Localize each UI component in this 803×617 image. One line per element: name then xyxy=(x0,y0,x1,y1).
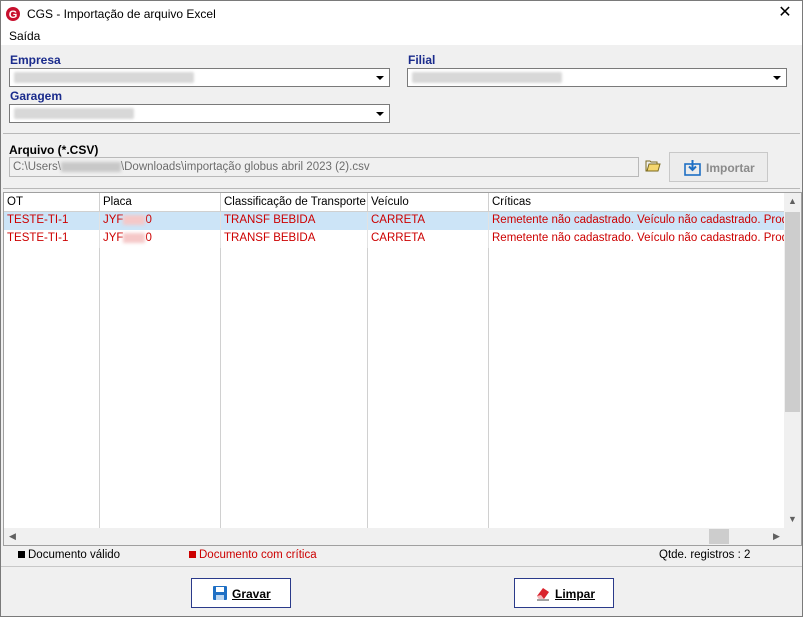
placa-start: JYF xyxy=(103,214,124,226)
gravar-button-label: Gravar xyxy=(232,587,271,601)
horizontal-scroll-thumb[interactable] xyxy=(709,529,729,544)
title-bar: G CGS - Importação de arquivo Excel ✕ xyxy=(1,1,802,27)
redacted-plate xyxy=(123,232,146,243)
cell-ot: TESTE-TI-1 xyxy=(4,230,100,248)
table-row[interactable]: TESTE-TI-1 JYF 0 TRANSF BEBIDA CARRETA Re… xyxy=(4,212,785,230)
cell-ot: TESTE-TI-1 xyxy=(4,212,100,230)
filial-label: Filial xyxy=(408,53,436,67)
file-path-suffix: \Downloads\importação globus abril 2023 … xyxy=(120,161,370,173)
eraser-icon xyxy=(537,588,549,601)
vertical-scroll-thumb[interactable] xyxy=(785,212,800,412)
cell-criticas: Remetente não cadastrado. Veículo não ca… xyxy=(492,214,785,226)
status-bar: Documento válido Documento com crítica Q… xyxy=(1,548,802,564)
column-header-ot[interactable]: OT xyxy=(4,193,100,212)
column-header-classificacao[interactable]: Classificação de Transporte xyxy=(221,193,368,212)
cell-veiculo: CARRETA xyxy=(368,212,489,230)
legend-critica: Documento com crítica xyxy=(189,549,317,561)
placa-end: 0 xyxy=(145,214,152,226)
red-square-icon xyxy=(189,551,196,559)
cell-criticas: Remetente não cadastrado. Veículo não ca… xyxy=(492,232,785,244)
chevron-down-icon[interactable] xyxy=(372,70,388,85)
filial-select[interactable] xyxy=(407,68,787,87)
black-square-icon xyxy=(18,551,25,559)
empresa-select[interactable] xyxy=(9,68,390,87)
chevron-down-icon[interactable] xyxy=(769,70,785,85)
import-grid[interactable]: OT Placa Classificação de Transporte Veí… xyxy=(3,192,802,546)
scroll-down-arrow-icon[interactable]: ▼ xyxy=(784,511,801,528)
redacted-username xyxy=(60,161,121,172)
garagem-label: Garagem xyxy=(10,89,63,103)
import-button-label: Importar xyxy=(706,161,755,175)
cell-placa: JYF 0 xyxy=(100,230,221,248)
filial-value-redacted xyxy=(412,72,562,83)
import-window: G CGS - Importação de arquivo Excel ✕ Sa… xyxy=(0,0,803,617)
column-divider xyxy=(488,212,489,529)
download-icon xyxy=(684,160,701,176)
cgs-logo-icon: G xyxy=(6,7,20,21)
legend-critica-label: Documento com crítica xyxy=(199,549,317,561)
folder-open-icon[interactable] xyxy=(645,159,661,173)
cell-veiculo: CARRETA xyxy=(368,230,489,248)
cell-classificacao: TRANSF BEBIDA xyxy=(221,230,368,248)
chevron-down-icon[interactable] xyxy=(372,106,388,121)
record-count: Qtde. registros : 2 xyxy=(659,549,751,561)
table-row[interactable]: TESTE-TI-1 JYF 0 TRANSF BEBIDA CARRETA Re… xyxy=(4,230,785,248)
scroll-left-arrow-icon[interactable]: ◀ xyxy=(4,528,21,545)
redacted-plate xyxy=(123,214,146,225)
file-path-field[interactable]: C:\Users\ \Downloads\importação globus ab… xyxy=(9,157,639,177)
column-header-veiculo[interactable]: Veículo xyxy=(368,193,489,212)
save-icon xyxy=(213,586,227,600)
placa-start: JYF xyxy=(103,232,124,244)
column-header-placa[interactable]: Placa xyxy=(100,193,221,212)
empresa-label: Empresa xyxy=(10,53,61,67)
scroll-up-arrow-icon[interactable]: ▲ xyxy=(784,193,801,210)
empresa-value-redacted xyxy=(14,72,194,83)
divider xyxy=(1,566,802,567)
scroll-right-arrow-icon[interactable]: ▶ xyxy=(768,528,785,545)
vertical-scrollbar[interactable]: ▲ ▼ xyxy=(784,193,801,528)
garagem-select[interactable] xyxy=(9,104,390,123)
menu-bar: Saída xyxy=(1,27,802,45)
scrollbar-corner xyxy=(784,528,801,545)
column-divider xyxy=(220,212,221,529)
limpar-button[interactable]: Limpar xyxy=(514,578,614,608)
file-path-prefix: C:\Users\ xyxy=(13,161,61,173)
import-button[interactable]: Importar xyxy=(669,152,768,182)
limpar-button-label: Limpar xyxy=(555,587,596,601)
arquivo-label: Arquivo (*.CSV) xyxy=(9,143,99,157)
menu-item-saida[interactable]: Saída xyxy=(9,29,40,43)
close-button[interactable]: ✕ xyxy=(776,4,794,22)
grid-header: OT Placa Classificação de Transporte Veí… xyxy=(4,193,785,212)
column-divider xyxy=(367,212,368,529)
cell-classificacao: TRANSF BEBIDA xyxy=(221,212,368,230)
cell-placa: JYF 0 xyxy=(100,212,221,230)
svg-text:G: G xyxy=(9,9,18,21)
window-title: CGS - Importação de arquivo Excel xyxy=(27,7,216,21)
gravar-button[interactable]: Gravar xyxy=(191,578,291,608)
legend-valid: Documento válido xyxy=(18,549,120,561)
legend-valid-label: Documento válido xyxy=(28,549,121,561)
garagem-value-redacted xyxy=(14,108,134,119)
placa-end: 0 xyxy=(145,232,152,244)
column-divider xyxy=(99,212,100,529)
horizontal-scrollbar[interactable]: ◀ ▶ xyxy=(4,528,785,545)
column-header-criticas[interactable]: Críticas xyxy=(489,193,785,212)
